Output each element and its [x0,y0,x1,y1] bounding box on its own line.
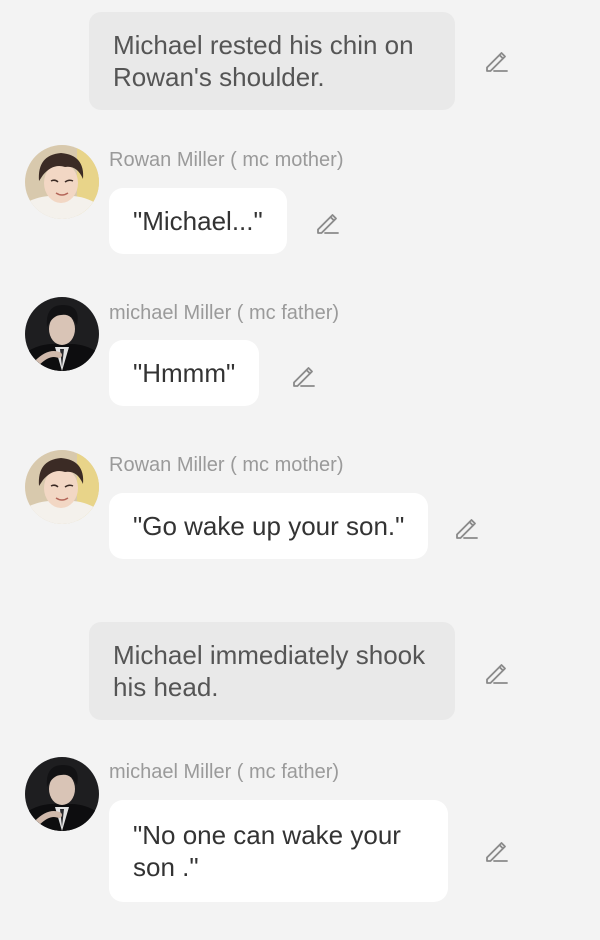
speaker-name: Rowan Miller ( mc mother) [109,454,344,476]
avatar-michael[interactable] [25,757,99,831]
message-bubble: "Michael..." [109,188,287,254]
pencil-icon[interactable] [290,363,316,389]
pencil-icon[interactable] [483,660,509,686]
speaker-name: michael Miller ( mc father) [109,761,340,783]
pencil-icon[interactable] [483,48,509,74]
avatar-rowan[interactable] [25,450,99,524]
speaker-name: michael Miller ( mc father) [109,302,340,324]
avatar-rowan[interactable] [25,145,99,219]
narration-bubble: Michael immediately shook his head. [89,622,455,720]
pencil-icon[interactable] [314,210,340,236]
pencil-icon[interactable] [453,515,479,541]
message-bubble: "No one can wake your son ." [109,800,448,902]
avatar-michael[interactable] [25,297,99,371]
message-bubble: "Hmmm" [109,340,260,406]
speaker-name: Rowan Miller ( mc mother) [109,149,344,171]
message-bubble: "Go wake up your son." [109,493,429,559]
pencil-icon[interactable] [483,838,509,864]
narration-bubble: Michael rested his chin on Rowan's shoul… [89,12,455,110]
